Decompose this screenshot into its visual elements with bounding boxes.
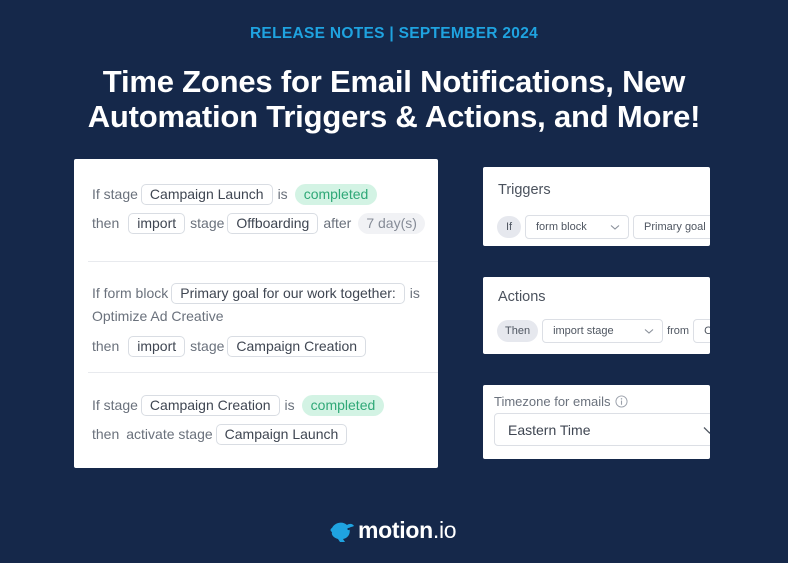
divider (88, 261, 438, 262)
stage-pill[interactable]: Campaign Launch (215, 423, 348, 445)
timezone-card: Timezone for emails Eastern Time (483, 385, 710, 459)
brand-name-tld: .io (432, 517, 457, 543)
from-value: O (704, 325, 710, 337)
eyebrow-label: RELEASE NOTES | SEPTEMBER 2024 (249, 25, 539, 42)
brand-name: motion.io (358, 517, 457, 544)
brand-logo: motion.io (329, 517, 457, 544)
action-type-select[interactable]: import stage (542, 319, 664, 343)
divider (88, 372, 438, 373)
triggers-title: Triggers (498, 182, 551, 198)
stage-label: stage (190, 338, 225, 354)
timezone-select[interactable]: Eastern Time (494, 413, 710, 446)
trigger-field-value: Primary goal (644, 221, 706, 233)
from-label: from (667, 325, 690, 337)
chevron-down-icon (610, 225, 620, 230)
headline-line-2: Automation Triggers & Actions, and More! (87, 99, 701, 134)
action-pill[interactable]: import (128, 335, 186, 357)
rule-item: If stage Campaign Creation is completed … (92, 394, 438, 452)
action-label: activate stage (126, 426, 213, 442)
if-label: If form block (92, 285, 169, 301)
triggers-card: Triggers If form block Primary goal (483, 167, 710, 246)
stage-pill[interactable]: Offboarding (227, 212, 319, 234)
stage-pill[interactable]: Campaign Launch (140, 183, 273, 205)
then-chip: Then (497, 320, 539, 342)
timezone-value: Eastern Time (508, 421, 591, 438)
stage-label: stage (190, 215, 225, 231)
stage-pill[interactable]: Campaign Creation (227, 335, 367, 357)
trigger-type-value: form block (536, 221, 587, 233)
after-label: after (323, 215, 352, 231)
action-pill[interactable]: import (128, 212, 186, 234)
status-badge[interactable]: completed (294, 183, 378, 205)
rule-item: If stage Campaign Launch is completed th… (92, 183, 438, 241)
chevron-down-icon (703, 427, 710, 434)
actions-card: Actions Then import stage from O (483, 277, 710, 354)
is-label: is (409, 285, 420, 301)
actions-title: Actions (498, 289, 546, 305)
then-label: then (92, 426, 120, 442)
brand-name-main: motion (358, 517, 433, 543)
rabbit-logo-icon (330, 522, 354, 542)
from-select[interactable]: O (693, 319, 710, 343)
timezone-label: Timezone for emails (494, 394, 628, 409)
trigger-field-select[interactable]: Primary goal (633, 215, 710, 239)
is-label: is (284, 397, 295, 413)
info-icon[interactable] (615, 395, 628, 408)
then-label: then (92, 338, 120, 354)
duration-badge[interactable]: 7 day(s) (358, 212, 425, 234)
timezone-label-text: Timezone for emails (494, 394, 611, 409)
if-label: If stage (92, 186, 138, 202)
form-field-pill[interactable]: Primary goal for our work together: (171, 282, 405, 304)
headline: Time Zones for Email Notifications, New … (0, 64, 788, 134)
trigger-type-select[interactable]: form block (525, 215, 629, 239)
status-badge[interactable]: completed (301, 394, 385, 416)
then-label: then (92, 215, 120, 231)
action-type-value: import stage (553, 325, 614, 337)
chevron-down-icon (644, 329, 654, 334)
form-value: Optimize Ad Creative (92, 308, 224, 324)
if-label: If stage (92, 397, 138, 413)
is-label: is (277, 186, 288, 202)
automation-rules-card: If stage Campaign Launch is completed th… (74, 159, 438, 468)
rule-item: If form block Primary goal for our work … (92, 282, 438, 364)
stage-pill[interactable]: Campaign Creation (140, 394, 280, 416)
headline-line-1: Time Zones for Email Notifications, New (102, 64, 686, 99)
if-chip: If (497, 216, 521, 238)
